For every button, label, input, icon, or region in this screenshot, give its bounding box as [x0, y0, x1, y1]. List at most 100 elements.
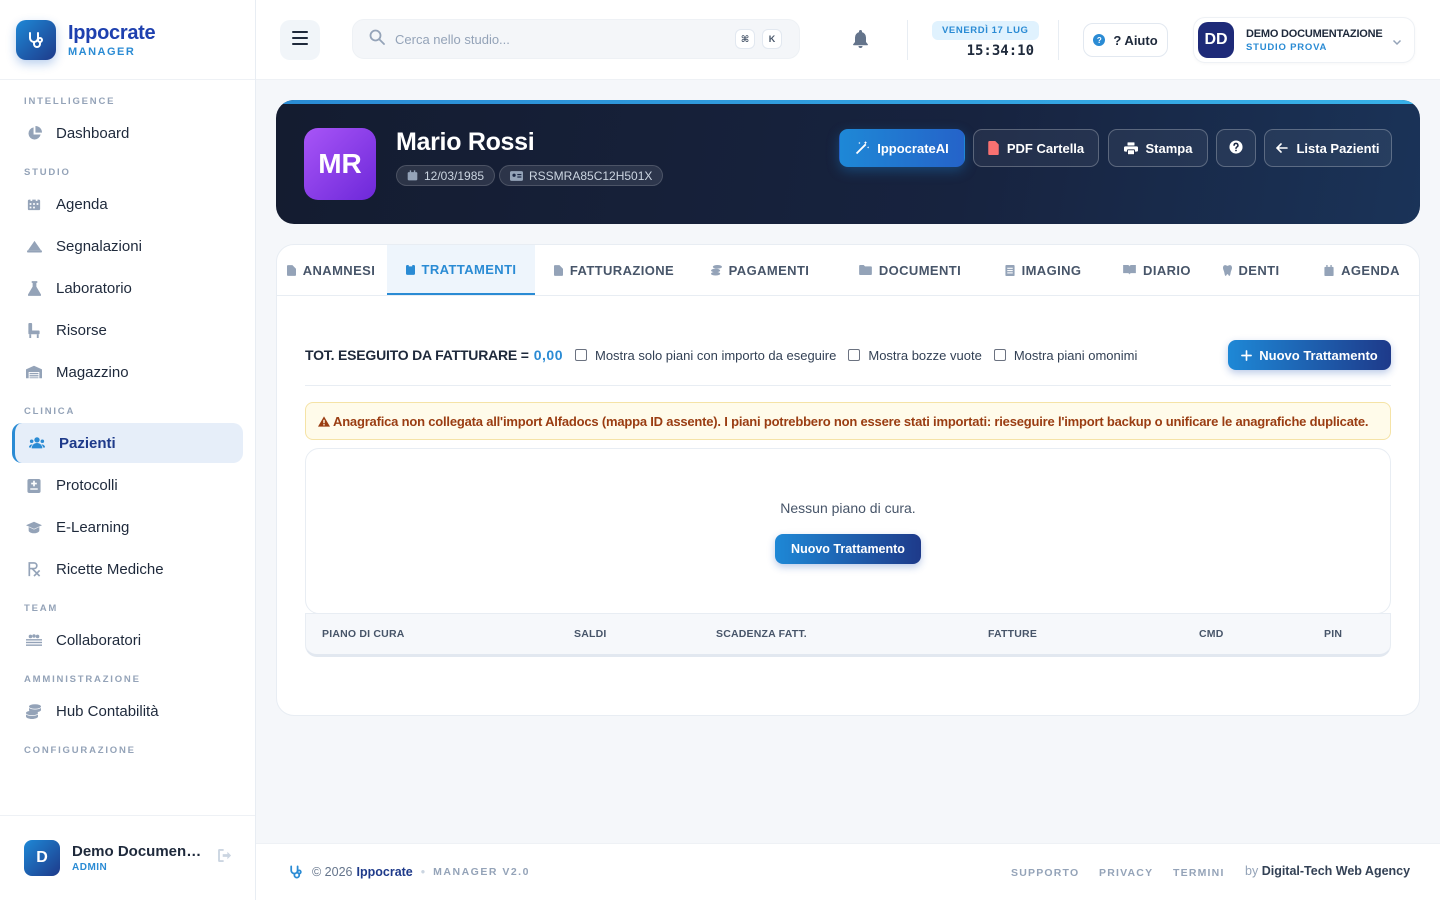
column-header[interactable]: SALDI — [574, 628, 607, 640]
sidebar-item-dashboard[interactable]: Dashboard — [12, 113, 243, 153]
sidebar-item-e-learning[interactable]: E-Learning — [12, 507, 243, 547]
logout-icon[interactable] — [218, 849, 233, 867]
sidebar-user[interactable]: D Demo Documentazione ADMIN — [0, 815, 255, 900]
warning-triangle-icon — [318, 415, 330, 427]
search-input[interactable] — [395, 31, 715, 47]
patient-list-button[interactable]: Lista Pazienti — [1264, 129, 1392, 167]
tab-label: DOCUMENTI — [878, 262, 962, 278]
new-treatment-label: Nuovo Trattamento — [1259, 347, 1378, 363]
empty-state: Nessun piano di cura. Nuovo Trattamento — [305, 448, 1391, 614]
accent-line — [276, 100, 1420, 104]
file-pdf-icon — [988, 141, 999, 155]
new-treatment-button[interactable]: Nuovo Trattamento — [1228, 340, 1391, 370]
footer-credits[interactable]: by Digital-Tech Web Agency — [1245, 864, 1410, 878]
column-header[interactable]: FATTURE — [988, 628, 1037, 640]
tab-label: FATTURAZIONE — [569, 262, 675, 278]
checkbox-label: Mostra bozze vuote — [868, 347, 982, 363]
tab-label: AGENDA — [1341, 262, 1400, 278]
search-icon — [369, 29, 385, 50]
copyright: © 2026 — [312, 865, 353, 879]
sidebar-item-segnalazioni[interactable]: Segnalazioni — [12, 226, 243, 266]
help-label: ? Aiuto — [1113, 32, 1158, 48]
tooth-icon — [1222, 264, 1232, 276]
sidebar-item-magazzino[interactable]: Magazzino — [12, 352, 243, 392]
sidebar-item-hub-contabilita[interactable]: Hub Contabilità — [12, 691, 243, 731]
avatar: DD — [1198, 22, 1234, 58]
warehouse-icon — [26, 364, 42, 380]
notification-bell-icon[interactable] — [852, 30, 869, 53]
sidebar-item-label: Pazienti — [59, 434, 116, 452]
tab-trattamenti[interactable]: TRATTAMENTI — [387, 245, 535, 295]
tab-imaging[interactable]: IMAGING — [993, 245, 1093, 295]
filter-only-with-amount[interactable]: Mostra solo piani con importo da eseguir… — [575, 348, 836, 363]
column-header[interactable]: PIN — [1324, 628, 1342, 640]
invoice-icon — [553, 264, 563, 276]
patient-header: MR Mario Rossi 12/03/1985 RSSMRA85C12H50… — [276, 100, 1420, 224]
help-button[interactable]: ? ? Aiuto — [1083, 23, 1168, 57]
footer-agency: Digital-Tech Web Agency — [1261, 864, 1411, 878]
chair-icon — [26, 322, 42, 338]
prescription-icon — [26, 561, 42, 577]
sidebar-item-pazienti[interactable]: Pazienti — [12, 423, 243, 463]
question-circle-icon — [1229, 139, 1243, 157]
sidebar: Ippocrate MANAGER INTELLIGENCE Dashboard… — [0, 0, 256, 900]
tab-label: PAGAMENTI — [728, 262, 810, 278]
tab-documenti[interactable]: DOCUMENTI — [827, 245, 993, 295]
sidebar-item-label: Dashboard — [56, 124, 130, 142]
page-footer: © 2026 Ippocrate • MANAGER V2.0 SUPPORTO… — [256, 843, 1440, 900]
treatments-toolbar: TOT. ESEGUITO DA FATTURARE = 0,00 Mostra… — [305, 340, 1391, 370]
tab-pagamenti[interactable]: PAGAMENTI — [693, 245, 827, 295]
footer-brand: Ippocrate — [356, 865, 413, 879]
checkbox[interactable] — [848, 349, 861, 361]
divider — [1058, 20, 1059, 60]
divider — [305, 385, 1391, 386]
tab-diario[interactable]: DIARIO — [1093, 245, 1221, 295]
tab-label: DENTI — [1238, 262, 1280, 278]
tab-fatturazione[interactable]: FATTURAZIONE — [535, 245, 693, 295]
total-value: 0,00 — [533, 347, 563, 363]
tab-anamnesi[interactable]: ANAMNESI — [277, 245, 385, 295]
column-header[interactable]: SCADENZA FATT. — [716, 628, 807, 640]
checkbox[interactable] — [575, 349, 587, 361]
nav-section-team: TEAM — [24, 603, 59, 614]
empty-new-treatment-button[interactable]: Nuovo Trattamento — [775, 534, 921, 564]
sidebar-item-label: Segnalazioni — [56, 237, 142, 255]
sidebar-item-collaboratori[interactable]: Collaboratori — [12, 620, 243, 660]
column-header[interactable]: PIANO DI CURA — [322, 628, 405, 640]
filter-empty-drafts[interactable]: Mostra bozze vuote — [848, 347, 982, 363]
user-name: DEMO DOCUMENTAZIONE — [1246, 27, 1383, 40]
tab-bar: ANAMNESI TRATTAMENTI FATTURAZIONE PAGAME… — [277, 245, 1419, 296]
checkbox[interactable] — [993, 349, 1006, 361]
sidebar-user-role: ADMIN — [72, 862, 108, 873]
footer-link-termini[interactable]: TERMINI — [1173, 867, 1225, 879]
sidebar-item-agenda[interactable]: Agenda — [12, 184, 243, 224]
search-bar[interactable]: ⌘ K — [352, 19, 800, 59]
column-header[interactable]: CMD — [1199, 628, 1224, 640]
calendar-icon — [1324, 264, 1334, 276]
import-warning: Anagrafica non collegata all'import Alfa… — [305, 402, 1391, 440]
sidebar-item-risorse[interactable]: Risorse — [12, 310, 243, 350]
print-button[interactable]: Stampa — [1108, 129, 1208, 167]
patient-name: Mario Rossi — [396, 128, 535, 156]
warning-text: Anagrafica non collegata all'import Alfa… — [333, 413, 1369, 429]
filter-homonym-plans[interactable]: Mostra piani omonimi — [993, 348, 1137, 363]
sidebar-item-protocolli[interactable]: Protocolli — [12, 465, 243, 505]
clipboard-icon — [405, 263, 415, 275]
ippocrate-ai-button[interactable]: IppocrateAI — [839, 129, 965, 167]
help-button[interactable] — [1216, 129, 1256, 167]
footer-link-privacy[interactable]: PRIVACY — [1099, 867, 1153, 879]
birthdate-chip: 12/03/1985 — [396, 165, 496, 186]
pdf-cartella-button[interactable]: PDF Cartella — [973, 129, 1099, 167]
hamburger-icon — [292, 30, 308, 50]
user-menu[interactable]: DD DEMO DOCUMENTAZIONE STUDIO PROVA — [1193, 17, 1415, 63]
tab-denti[interactable]: DENTI — [1205, 245, 1297, 295]
sidebar-item-laboratorio[interactable]: Laboratorio — [12, 268, 243, 308]
footer-link-supporto[interactable]: SUPPORTO — [1011, 867, 1079, 879]
sidebar-item-ricette-mediche[interactable]: Ricette Mediche — [12, 549, 243, 589]
kbd-command: ⌘ — [735, 29, 755, 49]
arrow-left-icon — [1276, 143, 1289, 153]
sidebar-user-name: Demo Documentazione — [72, 843, 204, 860]
menu-toggle-button[interactable] — [280, 20, 320, 60]
tab-agenda[interactable]: AGENDA — [1297, 245, 1419, 295]
brand[interactable]: Ippocrate MANAGER — [0, 0, 255, 80]
